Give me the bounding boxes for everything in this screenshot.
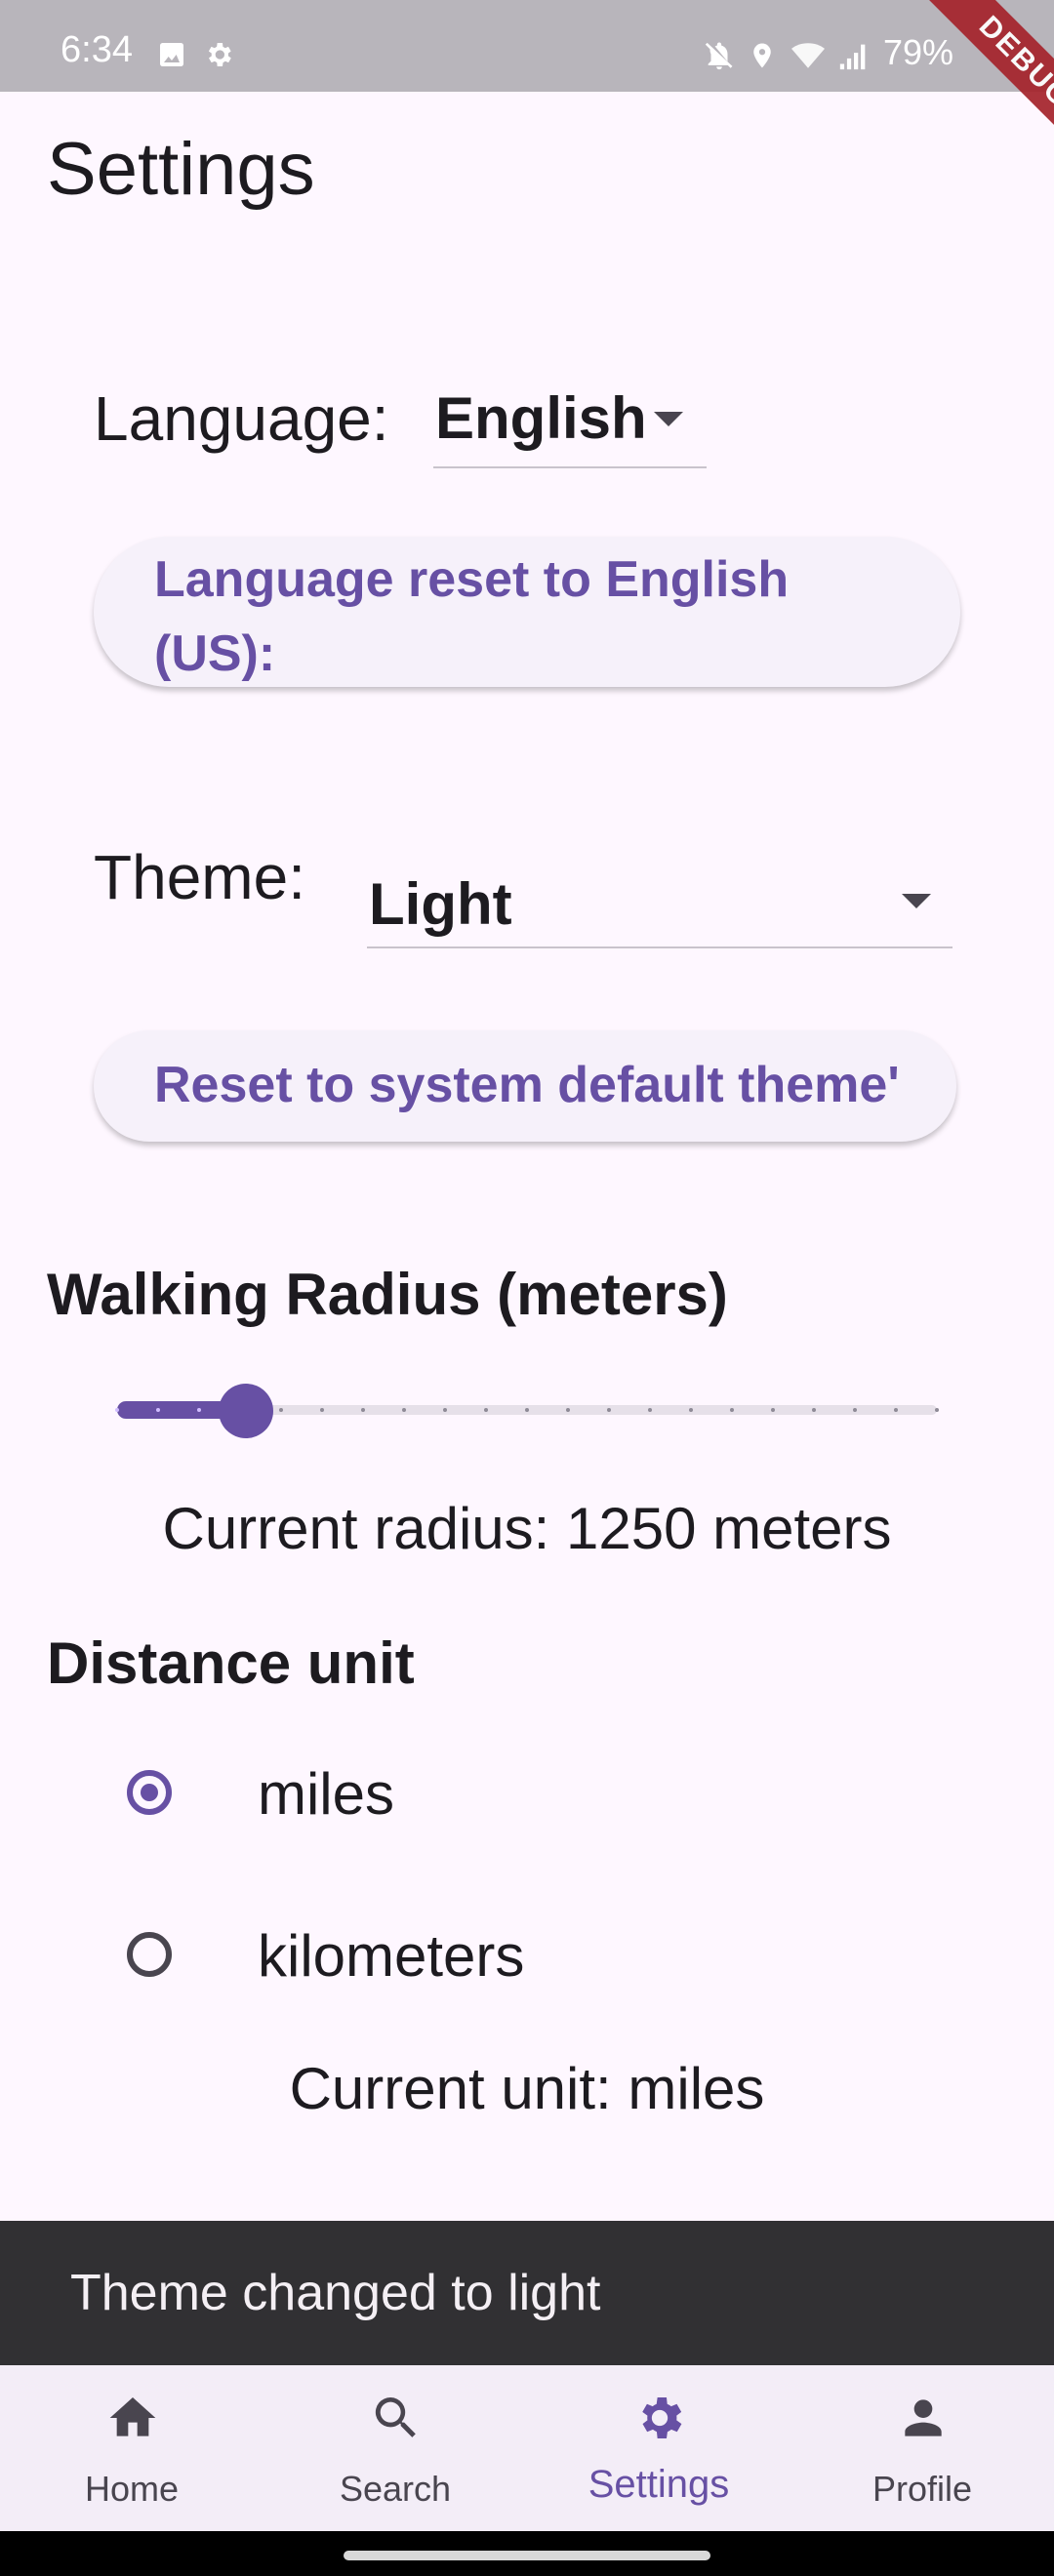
slider-tick bbox=[361, 1408, 365, 1412]
nav-item-settings[interactable]: Settings bbox=[527, 2365, 790, 2531]
gear-icon bbox=[632, 2391, 687, 2445]
nav-label-search: Search bbox=[339, 2469, 452, 2509]
snackbar-message: Theme changed to light bbox=[70, 2265, 601, 2321]
location-icon bbox=[748, 39, 777, 77]
nav-label-home: Home bbox=[84, 2469, 180, 2509]
slider-tick bbox=[156, 1408, 160, 1412]
search-icon bbox=[369, 2391, 424, 2445]
slider-tick bbox=[935, 1408, 939, 1412]
home-icon bbox=[105, 2391, 160, 2445]
current-unit-text: Current unit: miles bbox=[289, 2056, 765, 2121]
bottom-navigation-bar: Home Search Settings Profile bbox=[0, 2365, 1054, 2531]
nav-label-settings: Settings bbox=[588, 2463, 730, 2506]
nav-label-profile: Profile bbox=[872, 2469, 973, 2509]
theme-dropdown-value: Light bbox=[369, 871, 512, 937]
settings-notification-icon bbox=[203, 39, 234, 75]
slider-tick bbox=[279, 1408, 283, 1412]
slider-tick bbox=[771, 1408, 775, 1412]
chevron-down-icon bbox=[654, 412, 683, 432]
status-time: 6:34 bbox=[61, 29, 133, 70]
nav-item-home[interactable]: Home bbox=[0, 2365, 264, 2531]
unit-option-label: miles bbox=[258, 1761, 395, 1827]
slider-thumb[interactable] bbox=[219, 1384, 273, 1438]
slider-tick bbox=[730, 1408, 734, 1412]
slider-tick bbox=[894, 1408, 898, 1412]
slider-tick bbox=[525, 1408, 529, 1412]
language-reset-button[interactable]: Language reset to English (US): bbox=[94, 537, 960, 687]
current-radius-text: Current radius: 1250 meters bbox=[162, 1496, 892, 1561]
theme-reset-button[interactable]: Reset to system default theme' bbox=[94, 1030, 956, 1142]
walking-radius-slider[interactable] bbox=[115, 1384, 939, 1438]
unit-option-kilometers[interactable]: kilometers bbox=[94, 1909, 953, 2006]
unit-option-label: kilometers bbox=[258, 1923, 525, 1989]
slider-tick bbox=[812, 1408, 816, 1412]
walking-radius-title: Walking Radius (meters) bbox=[47, 1262, 728, 1327]
slider-tick bbox=[320, 1408, 324, 1412]
slider-tick bbox=[648, 1408, 652, 1412]
language-dropdown-value: English bbox=[435, 385, 647, 451]
unit-option-miles[interactable]: miles bbox=[94, 1747, 953, 1844]
radio-unselected[interactable] bbox=[127, 1932, 172, 1977]
slider-tick bbox=[853, 1408, 857, 1412]
slider-tick bbox=[607, 1408, 611, 1412]
slider-tick bbox=[402, 1408, 406, 1412]
chevron-down-icon bbox=[902, 894, 931, 914]
slider-tick bbox=[443, 1408, 447, 1412]
language-dropdown[interactable]: English bbox=[433, 382, 707, 468]
slider-tick bbox=[566, 1408, 570, 1412]
mute-icon bbox=[703, 39, 736, 77]
theme-dropdown[interactable]: Light bbox=[367, 863, 953, 948]
language-reset-label: Language reset to English (US): bbox=[154, 551, 790, 682]
theme-reset-label: Reset to system default theme' bbox=[154, 1057, 900, 1113]
snackbar: Theme changed to light bbox=[0, 2221, 1054, 2365]
person-icon bbox=[896, 2391, 951, 2445]
battery-percent: 79% bbox=[883, 32, 954, 72]
status-bar: 6:34 79% bbox=[0, 0, 1054, 92]
slider-tick bbox=[197, 1408, 201, 1412]
home-gesture-handle[interactable] bbox=[344, 2551, 710, 2560]
distance-unit-title: Distance unit bbox=[47, 1630, 415, 1696]
slider-tick bbox=[689, 1408, 693, 1412]
wifi-icon bbox=[789, 39, 828, 77]
theme-label: Theme: bbox=[94, 842, 305, 912]
nav-item-search[interactable]: Search bbox=[264, 2365, 527, 2531]
slider-tick bbox=[115, 1408, 119, 1412]
nav-item-profile[interactable]: Profile bbox=[790, 2365, 1054, 2531]
language-label: Language: bbox=[94, 383, 389, 454]
signal-icon bbox=[837, 39, 871, 77]
radio-selected[interactable] bbox=[127, 1770, 172, 1815]
slider-tick bbox=[484, 1408, 488, 1412]
page-title: Settings bbox=[47, 128, 315, 211]
image-notification-icon bbox=[156, 39, 187, 75]
